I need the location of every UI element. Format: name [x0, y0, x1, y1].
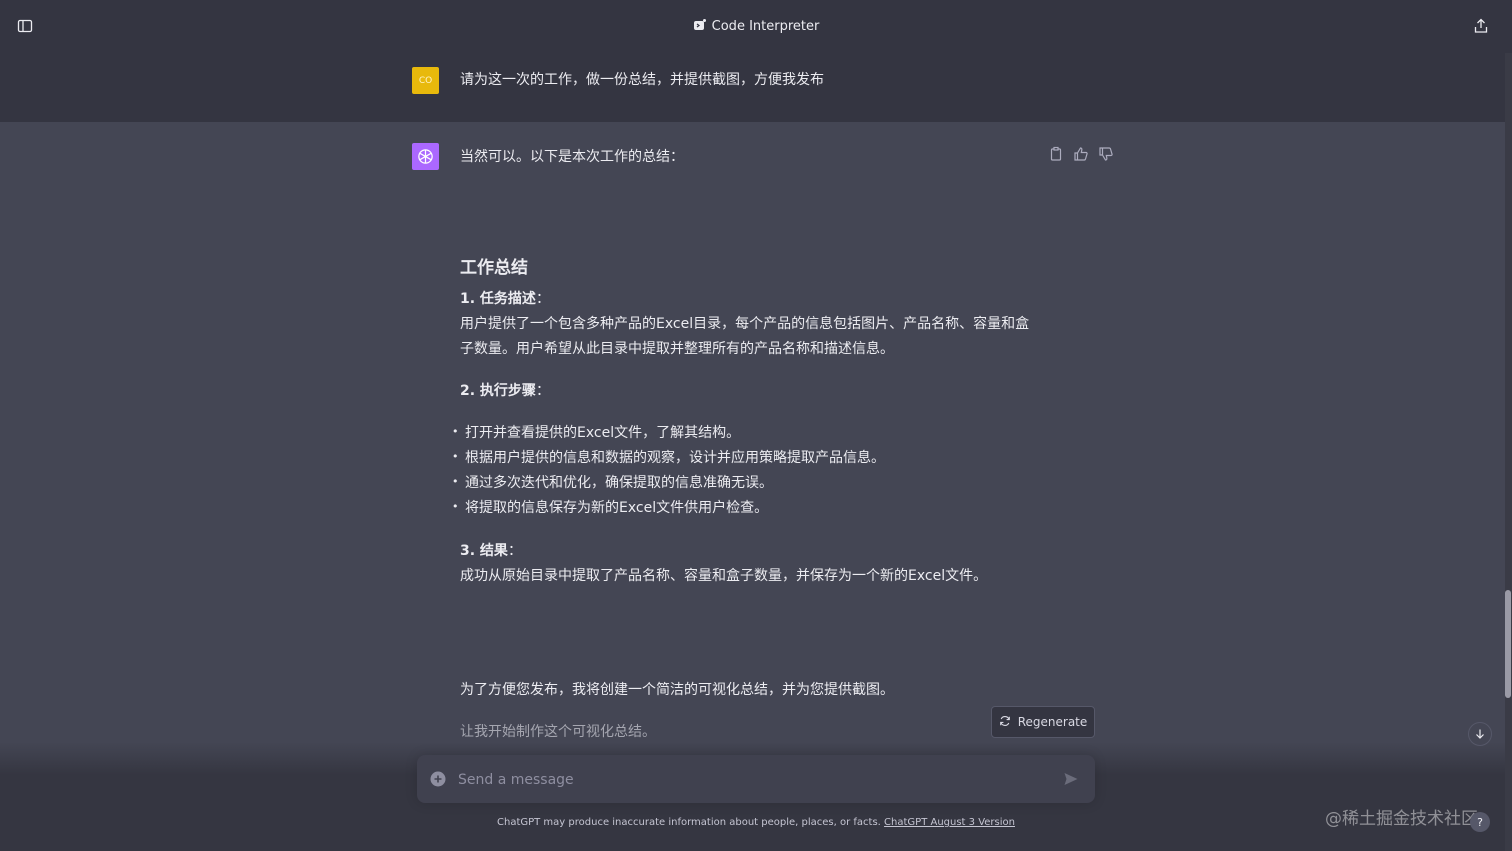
assistant-followup-text: 为了方便您发布，我将创建一个简洁的可视化总结，并为您提供截图。 — [460, 682, 894, 698]
send-icon[interactable] — [1063, 771, 1079, 787]
openai-logo-icon — [418, 149, 433, 164]
message-input[interactable] — [456, 767, 1040, 793]
disclaimer-text: ChatGPT may produce inaccurate informati… — [497, 817, 885, 828]
regenerate-button[interactable]: Regenerate — [991, 706, 1095, 738]
header-bar: Code Interpreter — [0, 0, 1512, 53]
arrow-down-icon — [1474, 725, 1486, 744]
summary-heading: 工作总结 — [460, 258, 528, 278]
colon: ： — [507, 543, 522, 559]
steps-list: 打开并查看提供的Excel文件，了解其结构。 根据用户提供的信息和数据的观察，设… — [452, 419, 1050, 521]
assistant-avatar — [412, 143, 439, 170]
list-item: 通过多次迭代和优化，确保提取的信息准确无误。 — [452, 469, 1050, 496]
scrollbar-thumb[interactable] — [1505, 590, 1511, 698]
section-body-result: 成功从原始目录中提取了产品名称、容量和盒子数量，并保存为一个新的Excel文件。 — [460, 568, 988, 584]
section-body-task-line2: 子数量。用户希望从此目录中提取并整理所有的产品名称和描述信息。 — [460, 341, 894, 357]
list-item: 根据用户提供的信息和数据的观察，设计并应用策略提取产品信息。 — [452, 444, 1050, 471]
watermark: @稀土掘金技术社区 — [1325, 809, 1478, 829]
colon: ： — [535, 383, 550, 399]
scrollbar-track[interactable] — [1505, 53, 1512, 851]
help-button[interactable]: ? — [1470, 812, 1490, 832]
assistant-fading-text: 让我开始制作这个可视化总结。 — [460, 724, 656, 740]
assistant-intro-text: 当然可以。以下是本次工作的总结： — [460, 149, 684, 165]
section-title-task: 1. 任务描述 — [460, 291, 536, 307]
regenerate-label: Regenerate — [1017, 715, 1088, 729]
section-title-result: 3. 结果 — [460, 543, 508, 559]
chat-title-text: Code Interpreter — [711, 19, 820, 34]
colon: ： — [535, 291, 550, 307]
scroll-down-button[interactable] — [1468, 722, 1492, 746]
copy-icon[interactable] — [1048, 146, 1064, 162]
thumbs-up-icon[interactable] — [1073, 146, 1089, 162]
user-avatar: CO — [412, 67, 439, 94]
thumbs-down-icon[interactable] — [1098, 146, 1114, 162]
list-item: 将提取的信息保存为新的Excel文件供用户检查。 — [452, 494, 1050, 521]
plus-icon[interactable] — [430, 771, 446, 787]
message-composer — [417, 755, 1095, 803]
disclaimer-footer: ChatGPT may produce inaccurate informati… — [0, 817, 1512, 828]
code-interpreter-icon — [693, 18, 707, 36]
section-title-steps: 2. 执行步骤 — [460, 383, 536, 399]
version-link[interactable]: ChatGPT August 3 Version — [884, 817, 1015, 828]
list-item: 打开并查看提供的Excel文件，了解其结构。 — [452, 419, 1050, 446]
user-message-text: 请为这一次的工作，做一份总结，并提供截图，方便我发布 — [460, 72, 824, 88]
section-body-task-line1: 用户提供了一个包含多种产品的Excel目录，每个产品的信息包括图片、产品名称、容… — [460, 316, 1030, 332]
user-message-row: CO 请为这一次的工作，做一份总结，并提供截图，方便我发布 — [0, 53, 1505, 122]
chat-title: Code Interpreter — [693, 18, 820, 36]
message-actions — [1048, 146, 1114, 162]
refresh-icon — [999, 715, 1011, 730]
assistant-message-body: 工作总结 1. 任务描述： 用户提供了一个包含多种产品的Excel目录，每个产品… — [452, 256, 1050, 589]
share-icon[interactable] — [1472, 17, 1490, 35]
sidebar-toggle-icon[interactable] — [16, 17, 34, 35]
